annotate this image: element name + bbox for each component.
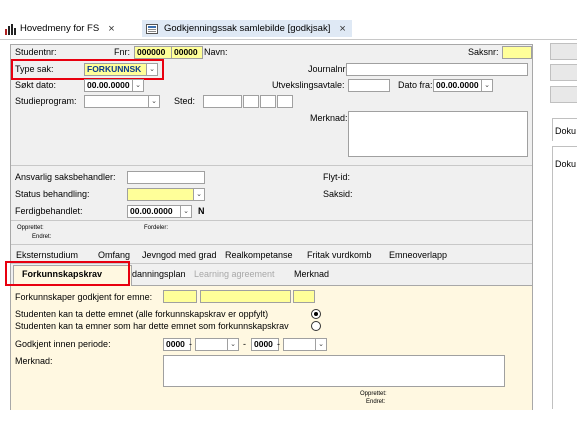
periode-separator: -	[189, 339, 192, 349]
journalnr-field[interactable]	[346, 63, 528, 76]
periode-range-separator: -	[243, 339, 246, 349]
tab-learning-agreement: Learning agreement	[194, 269, 275, 279]
fordeler-label: Fordeler:	[144, 225, 169, 231]
status-field[interactable]	[127, 188, 195, 201]
radio-andre-emner-label: Studenten kan ta emner som har dette emn…	[15, 321, 289, 331]
side-button-3[interactable]	[550, 86, 577, 103]
saksnr-field[interactable]	[502, 46, 532, 59]
tab-jevngod-med-grad[interactable]: Jevngod med grad	[142, 250, 217, 260]
fnr-personnr-field[interactable]: 00000	[171, 46, 203, 59]
type-sak-highlight	[11, 59, 164, 80]
periode-to-term-field[interactable]	[283, 338, 317, 351]
status-label: Status behandling:	[15, 189, 90, 199]
merknad-textarea[interactable]	[348, 111, 528, 157]
periode-to-dropdown-icon[interactable]: ⌄	[315, 338, 327, 351]
forkunnskapskrav-panel: Forkunnskaper godkjent for emne: Student…	[11, 285, 532, 410]
panel-opprettet-label: Opprettet:	[360, 391, 387, 397]
saksnr-label: Saksnr:	[468, 47, 499, 57]
ansvarlig-label: Ansvarlig saksbehandler:	[15, 172, 116, 182]
tab-merknad[interactable]: Merknad	[294, 269, 329, 279]
sted-field-4[interactable]	[277, 95, 293, 108]
section-divider	[11, 244, 532, 245]
periode-to-year-field[interactable]: 0000	[251, 338, 279, 351]
godkjenningssak-form: Studentnr: Fnr: 000000 00000 Navn: Saksn…	[5, 44, 533, 410]
section-divider	[11, 165, 532, 166]
radio-alle-krav[interactable]	[311, 309, 321, 319]
tab-godkjenningssak[interactable]: Godkjenningssak samlebilde [godkjsak] ×	[142, 20, 352, 37]
ferdig-date-field[interactable]: 00.00.0000	[127, 205, 181, 218]
ferdig-label: Ferdigbehandlet:	[15, 206, 83, 216]
sted-field-3[interactable]	[260, 95, 276, 108]
utvekslingsavtale-field[interactable]	[348, 79, 390, 92]
sted-field-2[interactable]	[243, 95, 259, 108]
sokt-dato-calendar-icon[interactable]: ⌄	[132, 79, 144, 92]
studieprogram-field[interactable]	[84, 95, 150, 108]
window-tab-bar: Hovedmeny for FS × Godkjenningssak samle…	[0, 18, 577, 40]
tab-label: Godkjenningssak samlebilde [godkjsak]	[164, 23, 331, 34]
ferdig-flag: N	[198, 206, 205, 216]
godkjent-for-emne-label: Forkunnskaper godkjent for emne:	[15, 292, 153, 302]
tab-hovedmeny[interactable]: Hovedmeny for FS ×	[4, 20, 115, 37]
tab-fritak-vurdkomb[interactable]: Fritak vurdkomb	[307, 250, 372, 260]
tab-label: Hovedmeny for FS	[20, 23, 100, 34]
sted-field-1[interactable]	[203, 95, 242, 108]
saksid-label: Saksid:	[323, 189, 353, 199]
fnr-date-field[interactable]: 000000	[134, 46, 172, 59]
section-divider	[11, 220, 532, 221]
tab-emneoverlapp[interactable]: Emneoverlapp	[389, 250, 447, 260]
panel-endret-label: Endret:	[366, 399, 386, 405]
panel-merknad-textarea[interactable]	[163, 355, 505, 387]
periode-from-year-field[interactable]: 0000	[163, 338, 191, 351]
studentnr-label: Studentnr:	[15, 47, 57, 57]
sokt-dato-label: Søkt dato:	[15, 80, 57, 90]
panel-merknad-label: Merknad:	[15, 356, 53, 366]
document-column-header: Doku	[555, 159, 577, 169]
tab-forkunnskapskrav-highlight	[5, 261, 130, 286]
opprettet-label: Opprettet:	[17, 225, 44, 231]
document-list[interactable]: Doku	[552, 146, 577, 409]
emne-institusjon-field[interactable]	[163, 290, 197, 303]
fnr-label: Fnr:	[114, 47, 131, 57]
tab-eksternstudium[interactable]: Eksternstudium	[16, 250, 78, 260]
fs-app-icon	[5, 23, 16, 35]
document-pane-header: Doku	[552, 118, 577, 141]
flyt-id-label: Flyt-id:	[323, 172, 350, 182]
tab-utdanningsplan[interactable]: Utdanningsplan	[123, 269, 186, 279]
periode-separator: -	[277, 339, 280, 349]
document-label: Doku	[555, 126, 577, 136]
sokt-dato-field[interactable]: 00.00.0000	[84, 79, 134, 92]
endret-label: Endret:	[32, 234, 52, 240]
emne-versjon-field[interactable]	[293, 290, 315, 303]
godkjent-periode-label: Godkjent innen periode:	[15, 339, 111, 349]
emne-kode-field[interactable]	[200, 290, 291, 303]
radio-alle-krav-label: Studenten kan ta dette emnet (alle forku…	[15, 309, 269, 319]
navn-label: Navn:	[204, 47, 228, 57]
form-icon	[146, 23, 158, 34]
tab-realkompetanse[interactable]: Realkompetanse	[225, 250, 293, 260]
ansvarlig-field[interactable]	[127, 171, 205, 184]
periode-from-dropdown-icon[interactable]: ⌄	[227, 338, 239, 351]
close-icon[interactable]: ×	[108, 23, 114, 35]
merknad-label: Merknad:	[310, 113, 348, 123]
tab-omfang[interactable]: Omfang	[98, 250, 130, 260]
status-dropdown-icon[interactable]: ⌄	[193, 188, 205, 201]
dato-fra-field[interactable]: 00.00.0000	[433, 79, 483, 92]
radio-andre-emner[interactable]	[311, 321, 321, 331]
journalnr-label: Journalnr:	[308, 64, 349, 74]
sted-label: Sted:	[174, 96, 196, 106]
studieprogram-dropdown-icon[interactable]: ⌄	[148, 95, 160, 108]
dato-fra-label: Dato fra:	[398, 80, 433, 90]
ferdig-calendar-icon[interactable]: ⌄	[180, 205, 192, 218]
side-button-1[interactable]	[550, 43, 577, 60]
side-button-2[interactable]	[550, 64, 577, 81]
close-icon[interactable]: ×	[339, 23, 345, 35]
periode-from-term-field[interactable]	[195, 338, 229, 351]
dato-fra-calendar-icon[interactable]: ⌄	[481, 79, 493, 92]
utvekslingsavtale-label: Utvekslingsavtale:	[272, 80, 345, 90]
studieprogram-label: Studieprogram:	[15, 96, 77, 106]
